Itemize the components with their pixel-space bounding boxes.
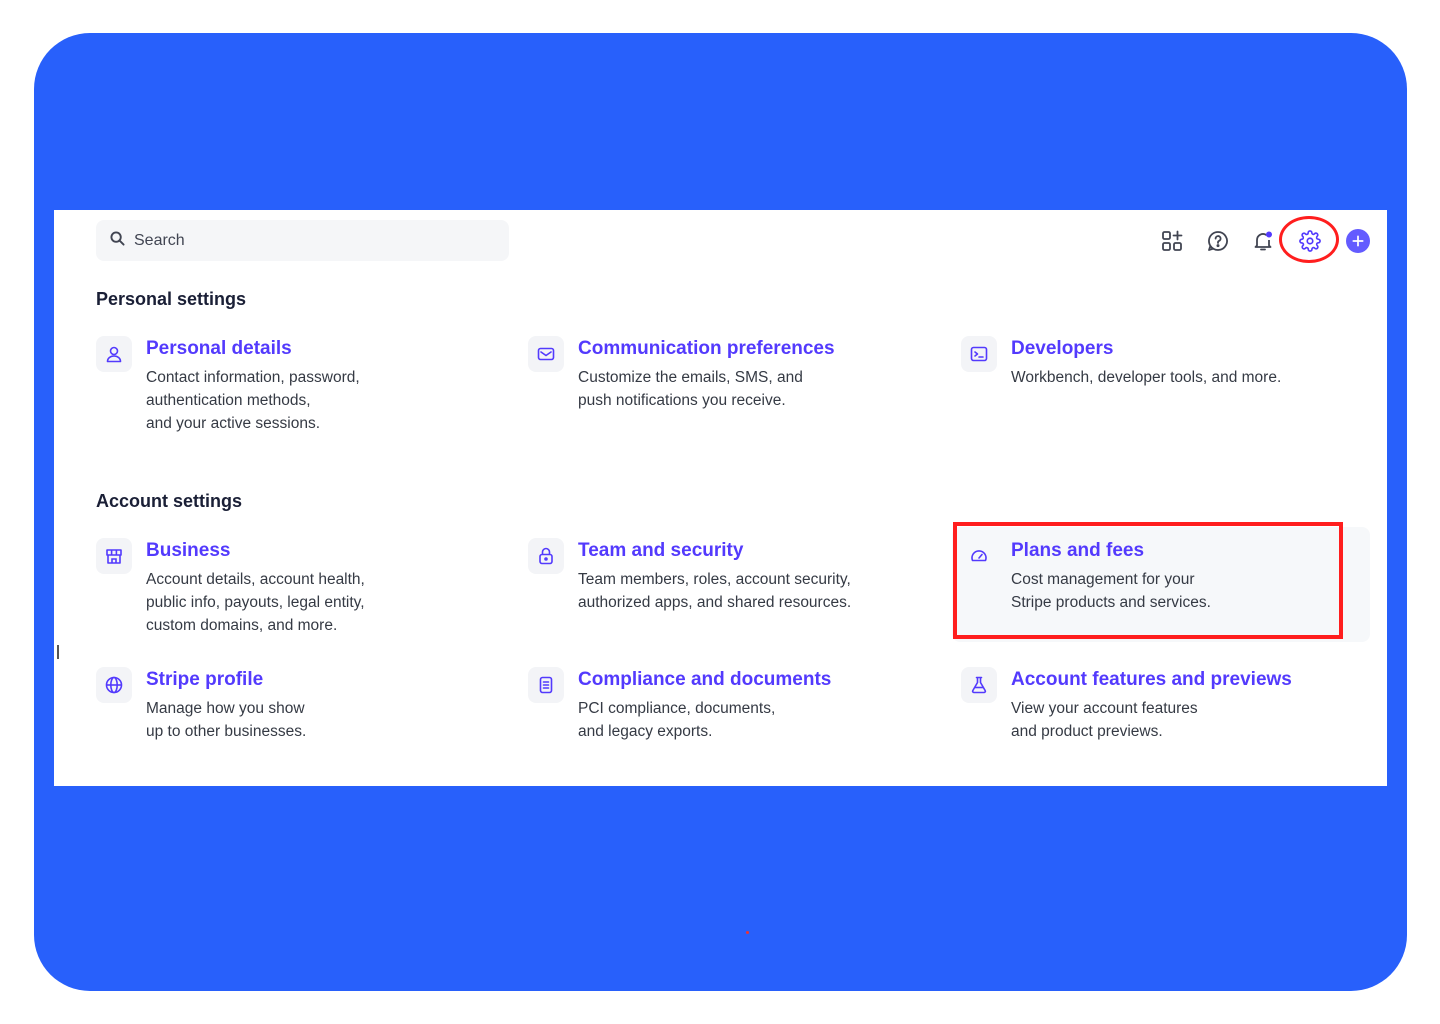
- search-icon: [110, 230, 125, 251]
- personal-settings-heading: Personal settings: [96, 289, 247, 309]
- card-description: Account details, account health, public …: [146, 571, 365, 634]
- card-stripe-profile[interactable]: Stripe profile Manage how you show up to…: [96, 667, 496, 777]
- card-title[interactable]: Team and security: [578, 540, 743, 562]
- lock-icon: [528, 538, 564, 574]
- account-settings-heading: Account settings: [96, 491, 243, 511]
- store-icon: [96, 538, 132, 574]
- bell-icon[interactable]: [1248, 226, 1278, 256]
- card-description: PCI compliance, documents, and legacy ex…: [578, 700, 776, 740]
- mail-icon: [528, 336, 564, 372]
- card-title[interactable]: Communication preferences: [578, 338, 835, 360]
- user-icon: [96, 336, 132, 372]
- plans-highlight-box: [953, 522, 1343, 639]
- search-placeholder: Search: [134, 231, 185, 249]
- card-description: Contact information, password, authentic…: [146, 369, 360, 432]
- card-communication-preferences[interactable]: Communication preferences Customize the …: [528, 336, 928, 446]
- card-title[interactable]: Business: [146, 540, 230, 562]
- settings-panel: Search Personal settings Personal detail…: [54, 210, 1387, 786]
- search-input[interactable]: Search: [96, 220, 509, 261]
- card-team-and-security[interactable]: Team and security Team members, roles, a…: [528, 538, 928, 648]
- card-title[interactable]: Personal details: [146, 338, 292, 360]
- card-title[interactable]: Stripe profile: [146, 669, 263, 691]
- flask-icon: [961, 667, 997, 703]
- card-business[interactable]: Business Account details, account health…: [96, 538, 496, 648]
- card-developers[interactable]: Developers Workbench, developer tools, a…: [961, 336, 1361, 446]
- card-description: Customize the emails, SMS, and push noti…: [578, 369, 803, 409]
- document-icon: [528, 667, 564, 703]
- card-title[interactable]: Account features and previews: [1011, 669, 1292, 691]
- apps-icon[interactable]: [1157, 226, 1187, 256]
- card-title[interactable]: Compliance and documents: [578, 669, 831, 691]
- card-description: View your account features and product p…: [1011, 700, 1198, 740]
- text-cursor: [57, 645, 59, 659]
- card-description: Workbench, developer tools, and more.: [1011, 369, 1282, 386]
- red-dot: [746, 931, 749, 934]
- plus-icon[interactable]: [1346, 229, 1370, 253]
- card-account-features-and-previews[interactable]: Account features and previews View your …: [961, 667, 1361, 777]
- card-compliance-and-documents[interactable]: Compliance and documents PCI compliance,…: [528, 667, 928, 777]
- gear-icon[interactable]: [1295, 226, 1325, 256]
- terminal-icon: [961, 336, 997, 372]
- card-description: Manage how you show up to other business…: [146, 700, 307, 740]
- card-description: Team members, roles, account security, a…: [578, 571, 852, 611]
- globe-icon: [96, 667, 132, 703]
- card-personal-details[interactable]: Personal details Contact information, pa…: [96, 336, 496, 446]
- card-title[interactable]: Developers: [1011, 338, 1113, 360]
- help-icon[interactable]: [1203, 226, 1233, 256]
